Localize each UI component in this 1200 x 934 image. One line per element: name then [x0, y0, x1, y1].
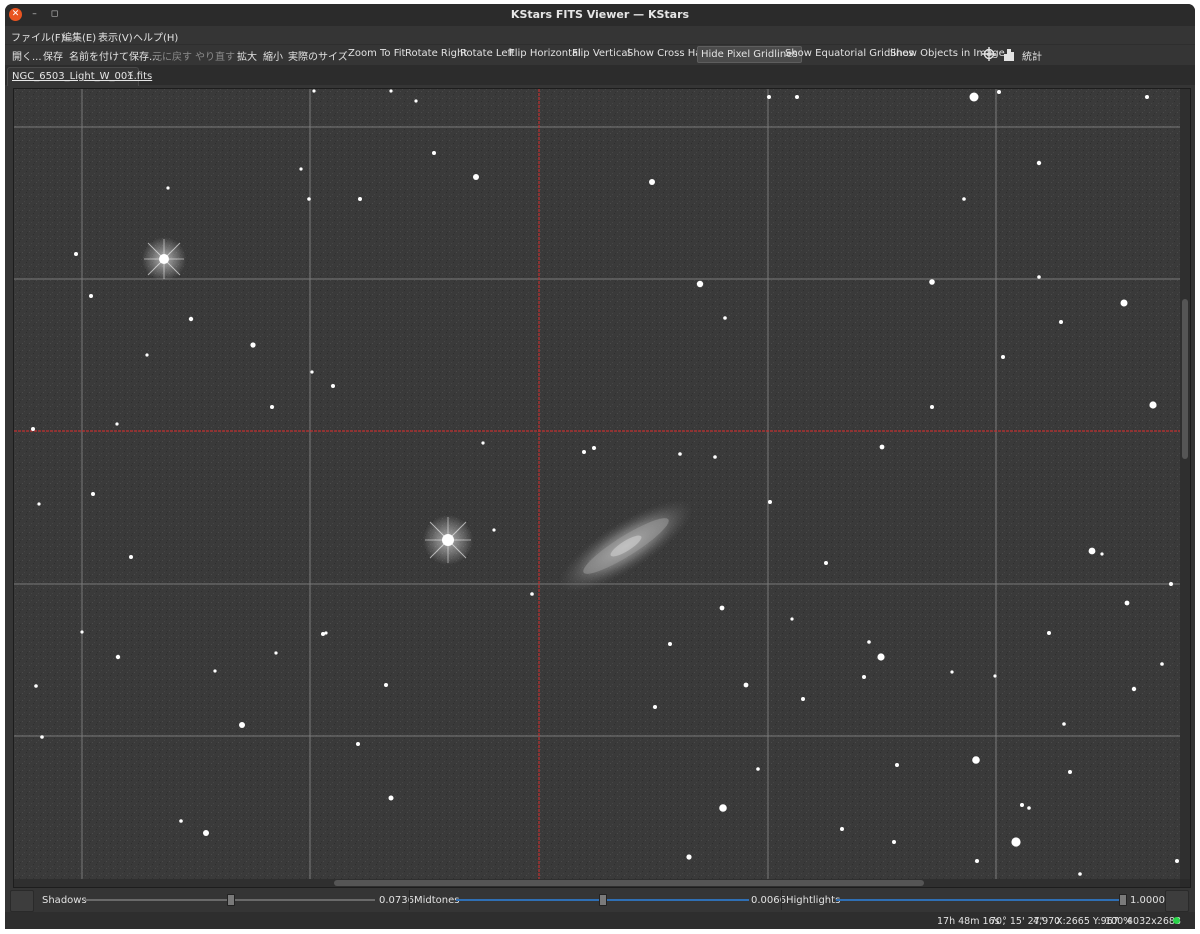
crosshair-icon[interactable]: [982, 47, 996, 64]
status-bar: 17h 48m 16s , 70° 15' 27" 4,970 X:2665 Y…: [5, 912, 1195, 929]
shadows-slider-handle[interactable]: [227, 894, 235, 906]
zoom-to-fit-button[interactable]: Zoom To Fit: [348, 48, 405, 59]
highlights-slider[interactable]: [836, 899, 1127, 901]
actual-size-button[interactable]: 実際のサイズ: [288, 48, 348, 63]
separator: [409, 890, 410, 910]
midtones-label: Midtones: [414, 895, 460, 906]
highlights-slider-handle[interactable]: [1119, 894, 1127, 906]
statistics-button[interactable]: 統計: [1022, 48, 1042, 63]
save-button[interactable]: 保存: [43, 48, 63, 63]
undo-button[interactable]: 元に戻す: [152, 48, 192, 63]
title-bar[interactable]: ✕ – ◻ KStars FITS Viewer — KStars: [5, 4, 1195, 26]
histogram-icon[interactable]: [1003, 47, 1015, 64]
toolbar: 開く... 保存 名前を付けて保存... 元に戻す やり直す 拡大 縮小 実際の…: [5, 44, 1195, 65]
zoom-out-button[interactable]: 縮小: [263, 48, 283, 63]
horizontal-scrollbar-thumb[interactable]: [334, 880, 924, 886]
bright-star-1: [142, 237, 186, 281]
fits-viewer-window: ✕ – ◻ KStars FITS Viewer — KStars ファイル(F…: [5, 4, 1195, 929]
image-viewport[interactable]: [13, 88, 1191, 888]
open-button[interactable]: 開く...: [12, 48, 42, 63]
tab-fits-file[interactable]: NGC_6503_Light_W_001.fits ✕: [7, 67, 152, 86]
redo-button[interactable]: やり直す: [195, 48, 235, 63]
menu-edit[interactable]: 編集(E): [62, 29, 96, 44]
fits-image-svg: [14, 89, 1180, 879]
stretch-toggle-button[interactable]: [10, 890, 34, 912]
tab-close-icon[interactable]: ✕: [126, 70, 134, 80]
zoom-in-button[interactable]: 拡大: [237, 48, 257, 63]
crosshair-icon-svg: [982, 47, 996, 61]
stretch-options-button[interactable]: [1165, 890, 1189, 912]
window-title: KStars FITS Viewer — KStars: [510, 8, 690, 21]
save-as-button[interactable]: 名前を付けて保存...: [69, 48, 159, 63]
highlights-label: Hightlights: [786, 895, 841, 906]
sky-background: [14, 89, 1180, 879]
menu-help[interactable]: ヘルプ(H): [133, 29, 178, 44]
bright-star-2: [423, 515, 473, 565]
rotate-left-button[interactable]: Rotate Left: [460, 48, 515, 59]
menu-view[interactable]: 表示(V): [98, 29, 133, 44]
separator: [781, 890, 782, 910]
stretch-controls: Shadows 0.0736 Midtones 0.0066 Hightligh…: [5, 888, 1195, 912]
menu-file[interactable]: ファイル(F): [11, 29, 65, 44]
midtones-slider-handle[interactable]: [599, 894, 607, 906]
tab-bar: NGC_6503_Light_W_001.fits ✕: [5, 65, 1195, 86]
horizontal-scrollbar[interactable]: [14, 879, 1180, 887]
flip-horizontal-button[interactable]: Flip Horizontal: [509, 48, 581, 59]
status-led-icon: [1173, 917, 1180, 924]
vertical-scrollbar-thumb[interactable]: [1182, 299, 1188, 459]
histogram-icon-svg: [1004, 49, 1014, 61]
flip-vertical-button[interactable]: Flip Vertical: [572, 48, 630, 59]
highlights-value: 1.0000: [1130, 895, 1165, 906]
rotate-right-button[interactable]: Rotate Right: [405, 48, 467, 59]
menu-bar: ファイル(F) 編集(E) 表示(V) ヘルプ(H): [5, 26, 1195, 44]
fits-image[interactable]: [14, 89, 1180, 879]
vertical-scrollbar[interactable]: [1180, 89, 1190, 879]
shadows-label: Shadows: [42, 895, 87, 906]
